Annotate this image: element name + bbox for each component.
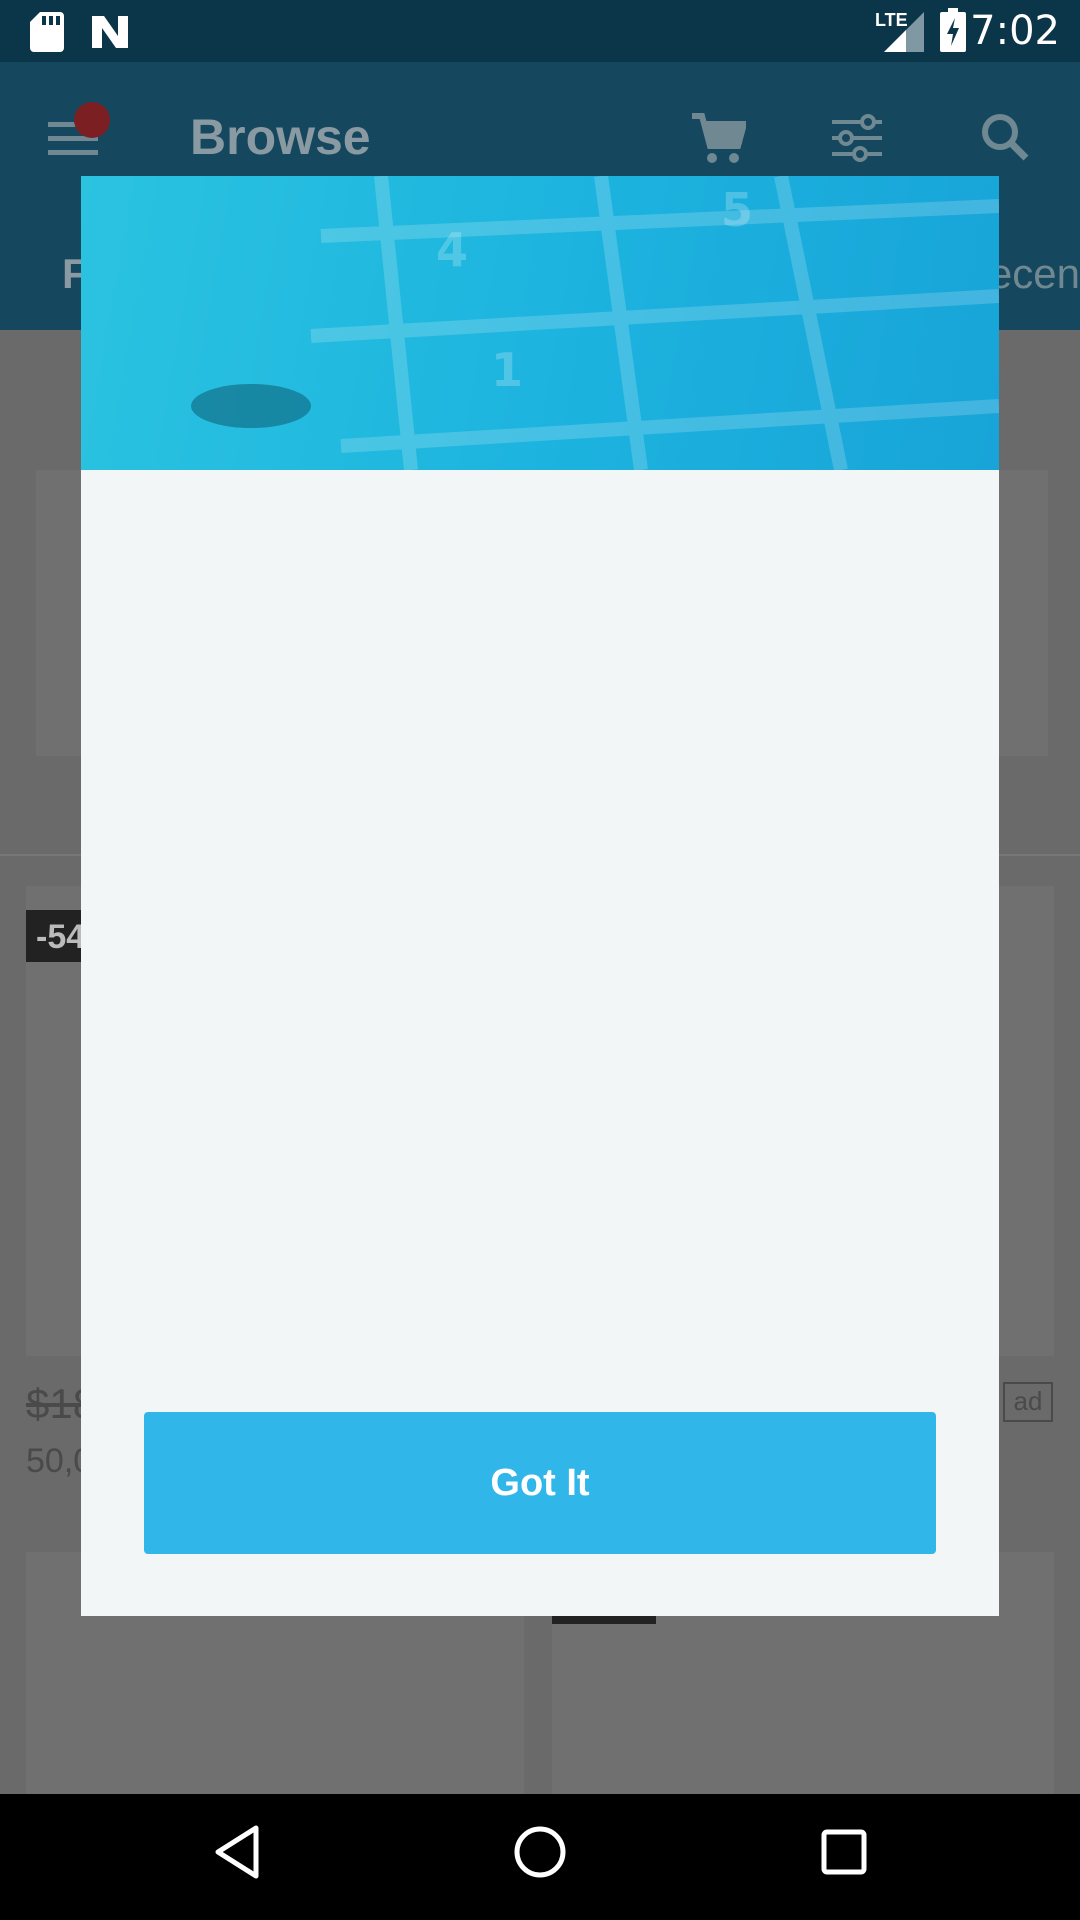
search-icon[interactable] bbox=[980, 112, 1030, 162]
discount-badge: -54 bbox=[26, 910, 86, 962]
back-icon[interactable] bbox=[212, 1824, 262, 1880]
old-price: $18 bbox=[26, 1380, 84, 1427]
status-bar: LTE 7:02 bbox=[0, 0, 1080, 62]
keypad-illustration: 4 1 5 bbox=[191, 176, 999, 470]
ad-badge: ad bbox=[1003, 1382, 1053, 1422]
cart-icon[interactable] bbox=[690, 110, 746, 166]
navigation-bar bbox=[0, 1794, 1080, 1920]
home-icon[interactable] bbox=[512, 1824, 568, 1880]
notification-dot-icon bbox=[74, 102, 110, 138]
onboarding-dialog: 4 1 5 Got It bbox=[81, 176, 999, 1616]
battery-charging-icon bbox=[940, 8, 966, 52]
n-logo-icon bbox=[92, 16, 128, 48]
tab-recent[interactable]: ecen bbox=[989, 250, 1080, 298]
lte-signal-icon bbox=[884, 12, 924, 52]
recents-icon[interactable] bbox=[820, 1824, 868, 1880]
svg-text:1: 1 bbox=[491, 343, 523, 397]
sold-count: 50,0 bbox=[26, 1442, 82, 1480]
svg-text:4: 4 bbox=[436, 223, 468, 277]
filter-icon[interactable] bbox=[832, 114, 884, 162]
svg-text:5: 5 bbox=[721, 183, 753, 237]
sd-card-icon bbox=[30, 12, 64, 52]
clock: 7:02 bbox=[970, 8, 1060, 54]
got-it-button[interactable]: Got It bbox=[144, 1412, 936, 1554]
page-title: Browse bbox=[190, 109, 371, 165]
dialog-header-image: 4 1 5 bbox=[81, 176, 999, 470]
